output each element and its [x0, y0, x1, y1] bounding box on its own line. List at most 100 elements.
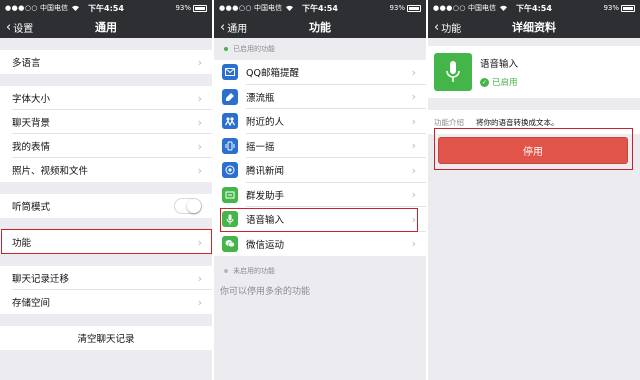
disable-button-label: 停用 [523, 147, 543, 158]
back-label: 功能 [441, 23, 462, 35]
feature-profile-card: 语音输入 ✓ 已启用 [428, 46, 640, 98]
chevron-right-icon: › [411, 65, 416, 79]
section-title: 未启用的功能 [233, 267, 275, 275]
mail-icon [222, 64, 238, 81]
list-item-storage[interactable]: 存储空间 › [0, 290, 212, 314]
check-icon: ✓ [480, 77, 489, 87]
wechat-sport-icon [222, 235, 238, 252]
list-item-label: 多语言 [12, 58, 41, 69]
list-item-label: 照片、视频和文件 [12, 166, 89, 177]
toggle-knob [187, 199, 201, 213]
section-title: 已启用的功能 [233, 45, 275, 53]
battery-icon [193, 4, 207, 12]
back-button[interactable]: ‹ 通用 [220, 16, 247, 38]
status-bar: ●●●○○ 中国电信 下午4:54 93% [0, 0, 212, 16]
list-item-language[interactable]: 多语言 › [0, 50, 212, 74]
intro-text: 将你的语音转换成文本。 [476, 117, 559, 127]
feature-item-shake[interactable]: 摇一摇 › [214, 133, 426, 158]
chevron-right-icon: › [411, 188, 416, 202]
back-button[interactable]: ‹ 设置 [6, 16, 33, 38]
disabled-section-header: 未启用的功能 [214, 260, 426, 282]
screenshot-stage: ●●●○○ 中国电信 下午4:54 93% ‹ 设置 通用 多语言 › 字体大小… [0, 0, 640, 380]
chevron-right-icon: › [411, 139, 416, 153]
shake-icon [222, 137, 238, 154]
chevron-right-icon: › [197, 271, 202, 285]
status-bar: ●●●○○ 中国电信 下午4:54 93% [214, 0, 426, 16]
general-settings-screen: ●●●○○ 中国电信 下午4:54 93% ‹ 设置 通用 多语言 › 字体大小… [0, 0, 212, 380]
feature-label: 附近的人 [246, 117, 285, 129]
chevron-right-icon: › [197, 163, 202, 177]
chevron-left-icon: ‹ [220, 19, 226, 35]
feature-item-voice-input[interactable]: 语音输入 › [214, 207, 426, 232]
feature-label: 摇一摇 [246, 141, 275, 153]
feature-label: QQ邮箱提醒 [246, 68, 299, 80]
feature-item-drift-bottle[interactable]: 漂流瓶 › [214, 84, 426, 109]
list-item-label: 功能 [12, 238, 32, 249]
disable-button[interactable]: 停用 [438, 137, 628, 164]
enabled-dot-icon [224, 47, 228, 51]
clear-history-button[interactable]: 清空聊天记录 [0, 326, 212, 350]
features-screen: ●●●○○ 中国电信 下午4:54 93% ‹ 通用 功能 已启用的功能 QQ邮… [214, 0, 426, 380]
list-item-chat-migration[interactable]: 聊天记录迁移 › [0, 266, 212, 290]
microphone-icon [222, 211, 238, 228]
list-item-chat-background[interactable]: 聊天背景 › [0, 110, 212, 134]
disabled-hint: 你可以停用多余的功能 [220, 287, 311, 297]
back-button[interactable]: ‹ 功能 [434, 16, 461, 38]
chevron-right-icon: › [197, 91, 202, 105]
battery-icon [621, 4, 635, 12]
status-text: 已启用 [492, 78, 518, 88]
bottle-icon [222, 88, 238, 105]
earpiece-mode-toggle[interactable] [174, 198, 202, 214]
chevron-right-icon: › [411, 163, 416, 177]
feature-item-broadcast[interactable]: 群发助手 › [214, 182, 426, 207]
list-item-label: 聊天记录迁移 [12, 274, 70, 285]
nav-bar: ‹ 设置 通用 [0, 16, 212, 38]
status-time: 下午4:54 [88, 3, 124, 13]
chevron-right-icon: › [197, 235, 202, 249]
list-item-features[interactable]: 功能 › [0, 230, 212, 254]
chevron-right-icon: › [411, 237, 416, 251]
status-badge: ✓ 已启用 [480, 76, 518, 88]
news-icon [222, 162, 238, 179]
chevron-left-icon: ‹ [6, 19, 12, 35]
microphone-icon [434, 53, 472, 91]
people-nearby-icon [222, 113, 238, 130]
list-item-font-size[interactable]: 字体大小 › [0, 86, 212, 110]
nav-bar: ‹ 功能 详细资料 [428, 16, 640, 38]
disabled-dot-icon [224, 269, 228, 273]
list-item-label: 听筒模式 [12, 202, 51, 213]
list-item-label: 存储空间 [12, 298, 51, 309]
feature-item-tencent-news[interactable]: 腾讯新闻 › [214, 158, 426, 183]
chevron-right-icon: › [411, 90, 416, 104]
chevron-right-icon: › [197, 115, 202, 129]
feature-name: 语音输入 [480, 59, 519, 70]
chevron-right-icon: › [197, 55, 202, 69]
chevron-right-icon: › [411, 212, 416, 226]
list-item-my-stickers[interactable]: 我的表情 › [0, 134, 212, 158]
feature-intro-row: 功能介绍 将你的语音转换成文本。 [428, 110, 640, 134]
list-item-label: 聊天背景 [12, 118, 51, 129]
feature-item-people-nearby[interactable]: 附近的人 › [214, 109, 426, 134]
feature-label: 语音输入 [246, 215, 285, 227]
chevron-right-icon: › [197, 139, 202, 153]
status-bar: ●●●○○ 中国电信 下午4:54 93% [428, 0, 640, 16]
intro-label: 功能介绍 [434, 117, 464, 127]
feature-item-qq-mail[interactable]: QQ邮箱提醒 › [214, 60, 426, 85]
feature-label: 漂流瓶 [246, 92, 275, 104]
broadcast-icon [222, 186, 238, 203]
status-time: 下午4:54 [302, 3, 338, 13]
list-item-label: 字体大小 [12, 94, 51, 105]
list-item-earpiece-mode: 听筒模式 [0, 194, 212, 218]
list-item-media[interactable]: 照片、视频和文件 › [0, 158, 212, 182]
feature-label: 腾讯新闻 [246, 166, 285, 178]
chevron-left-icon: ‹ [434, 19, 440, 35]
chevron-right-icon: › [197, 295, 202, 309]
feature-label: 群发助手 [246, 190, 285, 202]
clear-history-label: 清空聊天记录 [77, 334, 135, 345]
enabled-section-header: 已启用的功能 [214, 38, 426, 60]
nav-bar: ‹ 通用 功能 [214, 16, 426, 38]
status-time: 下午4:54 [516, 3, 552, 13]
feature-item-wechat-sport[interactable]: 微信运动 › [214, 231, 426, 256]
feature-label: 微信运动 [246, 239, 285, 251]
feature-detail-screen: ●●●○○ 中国电信 下午4:54 93% ‹ 功能 详细资料 语音输入 ✓ 已… [428, 0, 640, 380]
